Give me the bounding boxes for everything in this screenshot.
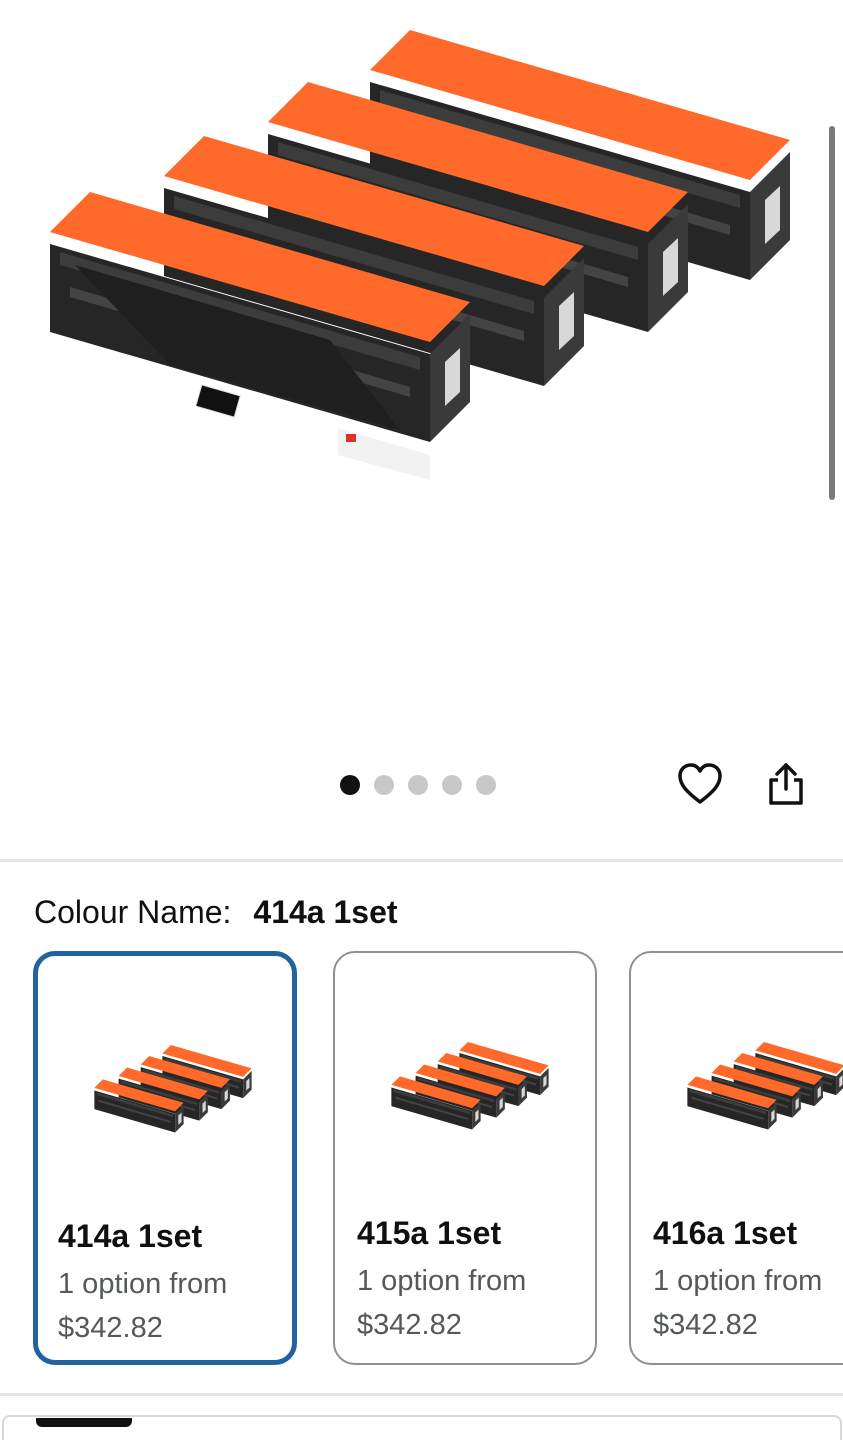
variation-label: Colour Name: — [34, 894, 232, 930]
swatch-title: 414a 1set — [58, 1218, 203, 1254]
swatch-price: $342.82 — [58, 1312, 163, 1344]
variation-swatch-list[interactable]: 414a 1set 1 option from $342.82 415a 1se… — [0, 951, 843, 1371]
pagination-dot-1[interactable] — [340, 775, 360, 795]
share-icon — [769, 763, 803, 805]
gallery-scrollbar[interactable] — [829, 126, 835, 500]
share-button[interactable] — [760, 758, 812, 810]
swatch-price: $342.82 — [357, 1309, 462, 1341]
section-divider — [0, 1393, 843, 1396]
swatch-options: 1 option from — [357, 1265, 527, 1297]
product-image[interactable] — [20, 10, 820, 530]
swatch-options: 1 option from — [58, 1268, 228, 1300]
pagination-dot-2[interactable] — [374, 775, 394, 795]
swatch-414a[interactable]: 414a 1set 1 option from $342.82 — [33, 951, 297, 1365]
swatch-options: 1 option from — [653, 1265, 823, 1297]
swatch-415a[interactable]: 415a 1set 1 option from $342.82 — [333, 951, 597, 1365]
swatch-thumbnail — [687, 1042, 843, 1130]
swatch-thumbnail — [94, 1045, 252, 1133]
pagination-dot-5[interactable] — [476, 775, 496, 795]
swatch-thumbnail — [391, 1042, 549, 1130]
section-tab-indicator — [36, 1418, 132, 1427]
swatch-title: 416a 1set — [653, 1215, 798, 1251]
pagination-dot-3[interactable] — [408, 775, 428, 795]
swatch-price: $342.82 — [653, 1309, 758, 1341]
variation-label-row: Colour Name: 414a 1set — [34, 894, 398, 931]
swatch-416a[interactable]: 416a 1set 1 option from $342.82 — [629, 951, 843, 1365]
swatch-title: 415a 1set — [357, 1215, 502, 1251]
heart-icon — [678, 763, 722, 804]
image-pagination[interactable] — [340, 775, 496, 795]
variation-selected-value: 414a 1set — [253, 894, 398, 930]
product-image-gallery[interactable] — [0, 0, 843, 860]
wishlist-button[interactable] — [674, 758, 726, 810]
section-divider — [0, 859, 843, 862]
pagination-dot-4[interactable] — [442, 775, 462, 795]
